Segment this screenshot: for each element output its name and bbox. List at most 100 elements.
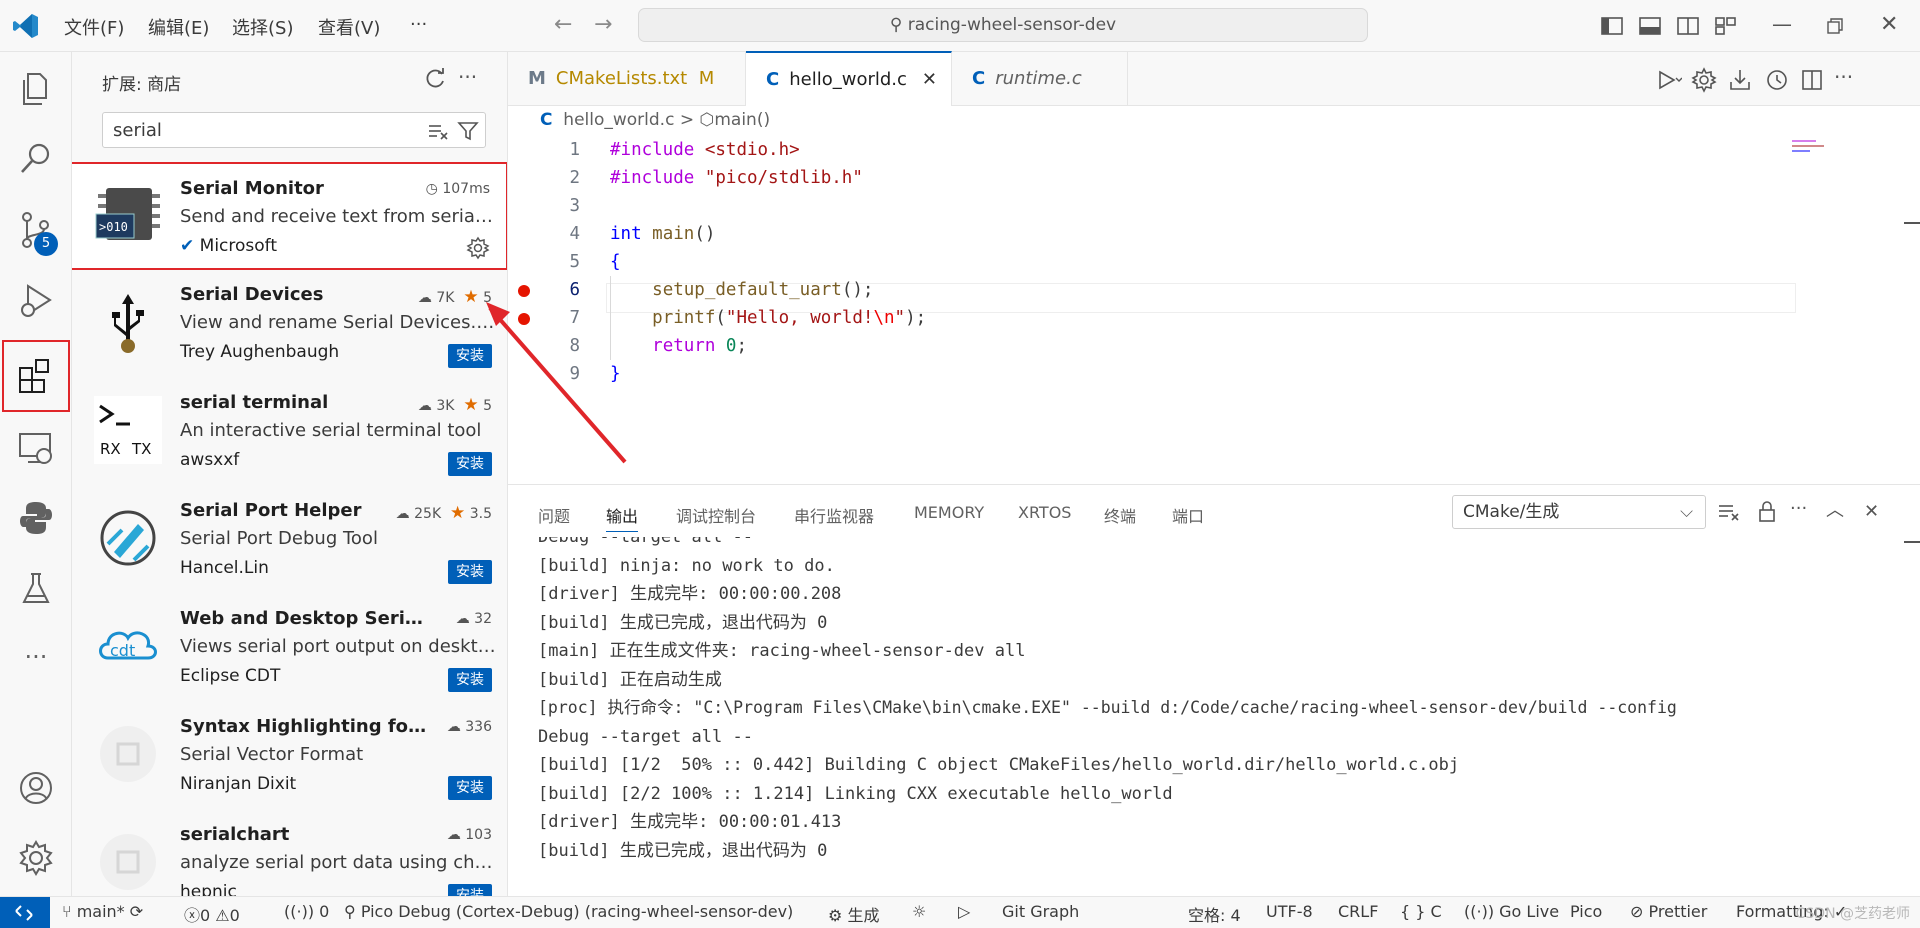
download-build-icon[interactable]	[1726, 66, 1754, 94]
language-status[interactable]: { } C	[1400, 902, 1442, 921]
debug-icon: ⚲	[344, 902, 361, 921]
tab-xrtos[interactable]: XRTOS	[1018, 503, 1071, 522]
debug-config-status[interactable]: ⚲ Pico Debug (Cortex-Debug) (racing-whee…	[344, 902, 793, 921]
debug-bug-icon[interactable]: ☼	[912, 902, 926, 921]
manage-gear-icon[interactable]	[14, 836, 58, 880]
split-editor-icon[interactable]	[1798, 66, 1826, 94]
tab-ports[interactable]: 端口	[1172, 503, 1204, 527]
more-views-icon[interactable]: ···	[14, 642, 58, 686]
extension-name: serialchart	[180, 824, 290, 845]
modified-status: M	[698, 68, 715, 89]
encoding-status[interactable]: UTF-8	[1266, 902, 1313, 921]
serial-monitor-chip-icon: >010	[95, 188, 160, 240]
tab-output[interactable]: 输出	[606, 503, 639, 532]
tab-serial-monitor[interactable]: 串行监视器	[794, 503, 874, 527]
extensions-sidebar: 扩展: 商店 ··· >010 Serial Monitor ◷ 107ms S…	[72, 52, 508, 896]
install-button[interactable]: 安装	[448, 560, 492, 584]
install-button[interactable]: 安装	[448, 452, 492, 476]
remote-indicator[interactable]	[0, 897, 50, 928]
python-icon[interactable]	[14, 496, 58, 540]
minimize-icon[interactable]: —	[1772, 12, 1792, 36]
toggle-panel-icon[interactable]	[1636, 12, 1664, 40]
more-actions-icon[interactable]: ···	[458, 64, 488, 94]
install-button[interactable]: 安装	[448, 884, 492, 896]
ports-status[interactable]: ((·)) 0	[284, 902, 329, 921]
extension-item-serial-port-helper[interactable]: Serial Port Helper ☁ 25K ★ 3.5 Serial Po…	[72, 486, 507, 594]
menu-selection[interactable]: 选择(S)	[232, 14, 293, 40]
close-window-icon[interactable]: ✕	[1880, 12, 1898, 37]
indent-status[interactable]: 空格: 4	[1188, 902, 1241, 926]
restore-icon[interactable]	[1820, 12, 1848, 40]
breadcrumb-file[interactable]: hello_world.c	[563, 110, 674, 130]
clear-filter-icon[interactable]	[427, 121, 449, 141]
menu-view[interactable]: 查看(V)	[318, 14, 380, 40]
tab-problems[interactable]: 问题	[538, 503, 570, 527]
close-panel-icon[interactable]: ✕	[1864, 499, 1890, 525]
extension-stats: ☁ 103	[446, 827, 492, 843]
log-line: Debug --target all --	[538, 726, 753, 747]
tab-cmakelists[interactable]: M CMakeLists.txt M	[508, 52, 746, 106]
clear-output-icon[interactable]	[1716, 499, 1742, 525]
output-log[interactable]: Debug --target all -- [build] ninja: no …	[538, 537, 1918, 897]
tab-runtime[interactable]: Cruntime.c	[952, 52, 1128, 106]
eol-status[interactable]: CRLF	[1338, 902, 1378, 921]
menu-more[interactable]: ···	[410, 14, 427, 35]
tab-memory[interactable]: MEMORY	[914, 503, 984, 522]
pico-status[interactable]: Pico	[1570, 902, 1602, 921]
extension-item-web-desktop-serial[interactable]: cdt Web and Desktop Serial ... ☁ 32 View…	[72, 594, 507, 702]
problems-status[interactable]: ⓧ0 ⚠0	[184, 902, 240, 926]
branch-status[interactable]: ⑂ main* ⟳	[62, 902, 143, 921]
forward-arrow-icon[interactable]: →	[594, 12, 612, 37]
panel-more-actions-icon[interactable]: ···	[1790, 499, 1816, 525]
run-play-icon[interactable]: ▷	[958, 902, 970, 921]
menu-edit[interactable]: 编辑(E)	[148, 14, 209, 40]
code-editor[interactable]: 1 #include <stdio.h> 2 #include "pico/st…	[508, 134, 1920, 484]
git-graph-status[interactable]: Git Graph	[1002, 902, 1079, 921]
breakpoint-icon[interactable]	[518, 313, 530, 325]
refresh-icon[interactable]	[420, 64, 450, 94]
run-debug-dropdown-icon[interactable]	[1654, 66, 1682, 94]
build-status[interactable]: ⚙ 生成	[828, 902, 879, 926]
lock-scroll-icon[interactable]	[1754, 499, 1780, 525]
close-tab-icon[interactable]: ✕	[922, 53, 937, 107]
extension-item-serial-devices[interactable]: Serial Devices ☁ 7K ★ 5 View and rename …	[72, 270, 507, 378]
customize-layout-icon[interactable]	[1712, 12, 1740, 40]
testing-flask-icon[interactable]	[14, 566, 58, 610]
extension-item-syntax-highlighting[interactable]: Syntax Highlighting for ... ☁ 336 Serial…	[72, 702, 507, 810]
breadcrumb-symbol[interactable]: main()	[714, 110, 770, 130]
toggle-primary-sidebar-icon[interactable]	[1598, 12, 1626, 40]
broadcast-icon: ((·))	[1464, 902, 1500, 921]
accounts-icon[interactable]	[14, 766, 58, 810]
back-arrow-icon[interactable]: ←	[554, 12, 572, 37]
toggle-secondary-sidebar-icon[interactable]	[1674, 12, 1702, 40]
cmake-settings-gear-icon[interactable]	[1690, 66, 1718, 94]
breakpoint-icon[interactable]	[518, 285, 530, 297]
extension-item-serialchart[interactable]: serialchart ☁ 103 analyze serial port da…	[72, 810, 507, 896]
extension-search-input[interactable]	[103, 113, 403, 147]
run-debug-icon[interactable]	[14, 278, 58, 322]
go-live-status[interactable]: ((·)) Go Live	[1464, 902, 1559, 921]
timeline-history-icon[interactable]	[1762, 66, 1790, 94]
maximize-panel-icon[interactable]: ︿	[1826, 499, 1852, 525]
tab-debug-console[interactable]: 调试控制台	[676, 503, 756, 527]
tab-terminal[interactable]: 终端	[1104, 503, 1136, 527]
filter-icon[interactable]	[457, 120, 479, 142]
tab-hello-world[interactable]: Chello_world.c ✕	[746, 51, 952, 106]
install-button[interactable]: 安装	[448, 668, 492, 692]
extension-item-serial-monitor[interactable]: >010 Serial Monitor ◷ 107ms Send and rec…	[72, 162, 507, 270]
output-channel-select[interactable]: CMake/生成 ⌵	[1452, 495, 1706, 529]
menu-file[interactable]: 文件(F)	[64, 14, 124, 40]
search-view-icon[interactable]	[14, 136, 58, 180]
explorer-icon[interactable]	[14, 66, 58, 110]
log-line: Debug --target all --	[538, 537, 753, 547]
install-button[interactable]: 安装	[448, 344, 492, 368]
prettier-status[interactable]: ⊘ Prettier	[1630, 902, 1707, 921]
install-button[interactable]: 安装	[448, 776, 492, 800]
editor-more-actions-icon[interactable]: ···	[1834, 66, 1862, 94]
command-center-search[interactable]: ⚲ racing-wheel-sensor-dev	[638, 8, 1368, 42]
log-line: [driver] 生成完毕: 00:00:00.208	[538, 584, 842, 604]
extension-settings-gear-icon[interactable]	[466, 236, 490, 260]
extensions-icon[interactable]	[14, 354, 58, 398]
remote-explorer-icon[interactable]	[14, 426, 58, 470]
extension-item-serial-terminal[interactable]: RX TX serial terminal ☁ 3K ★ 5 An intera…	[72, 378, 507, 486]
